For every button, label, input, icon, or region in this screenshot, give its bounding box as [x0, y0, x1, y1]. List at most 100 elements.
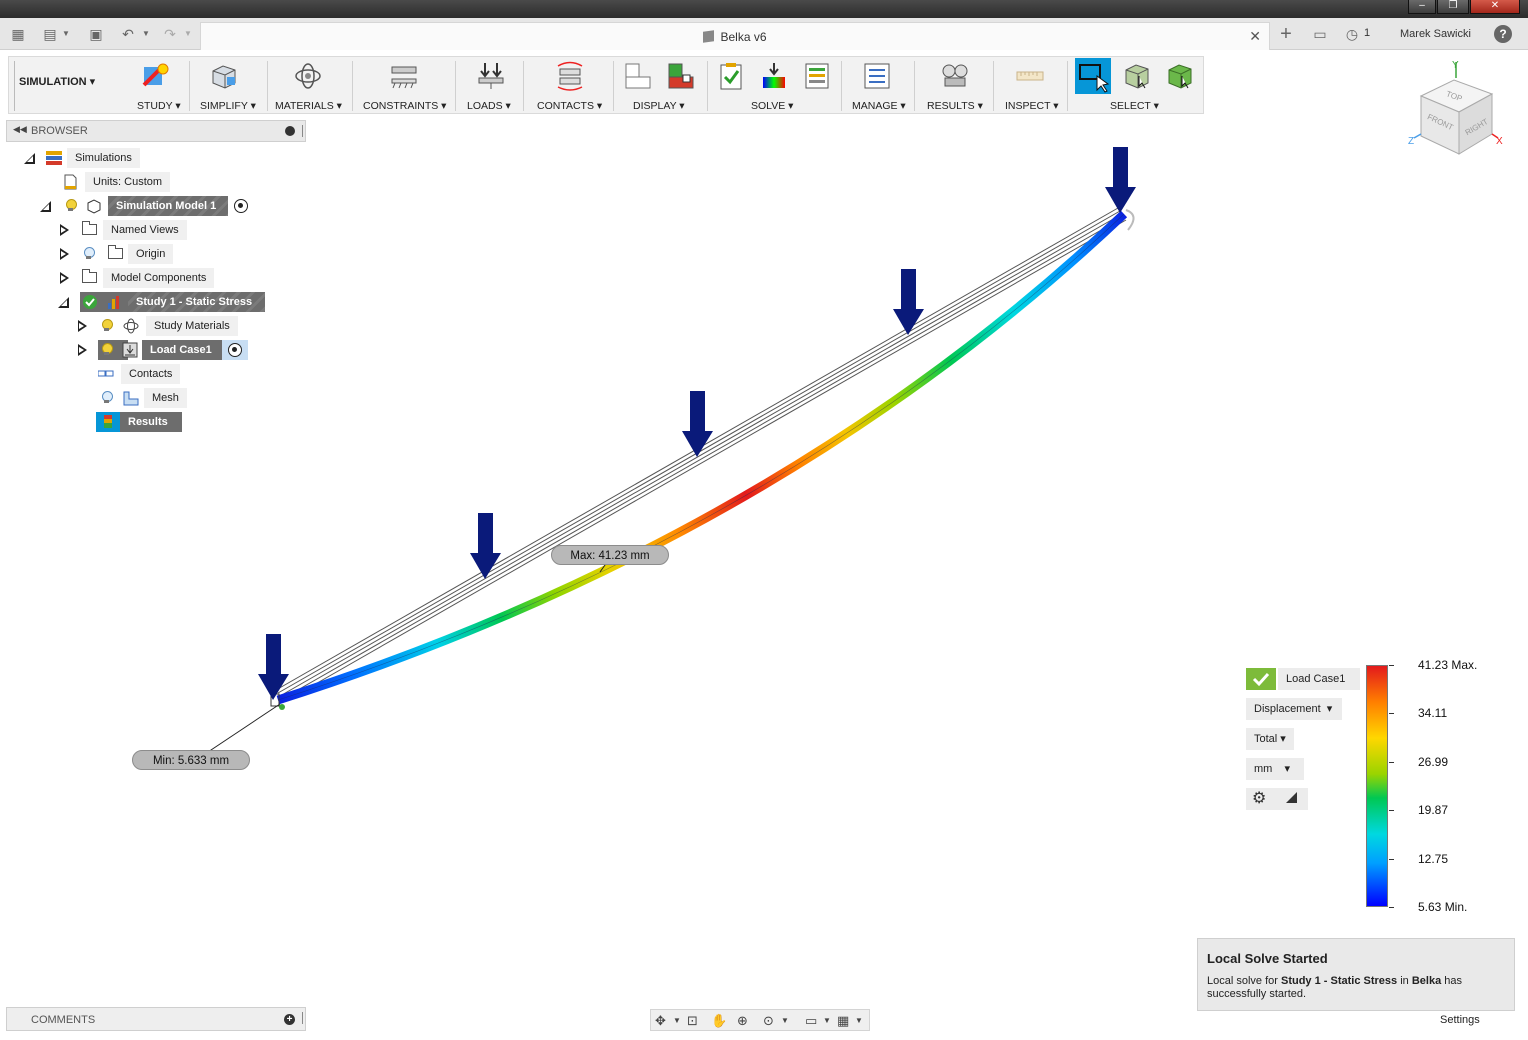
browser-options-icon[interactable]	[285, 126, 295, 136]
study-icon[interactable]	[141, 61, 171, 91]
results-group[interactable]: RESULTS ▾	[927, 100, 983, 112]
solve-group[interactable]: SOLVE ▾	[751, 100, 793, 112]
workspace-switcher[interactable]: SIMULATION ▾	[19, 75, 95, 88]
tree-load-case[interactable]: Load Case1	[76, 340, 256, 360]
collapse-icon[interactable]	[58, 297, 69, 308]
tree-simulations[interactable]: Simulations	[22, 148, 142, 168]
redo-caret-icon[interactable]: ▼	[184, 26, 192, 42]
display-settings-caret-icon[interactable]: ▼	[823, 1013, 831, 1029]
undo-icon[interactable]: ↶	[120, 26, 136, 42]
expand-icon[interactable]	[60, 248, 69, 260]
component-dropdown[interactable]: Total ▾	[1246, 728, 1294, 750]
orbit-icon[interactable]: ✥	[655, 1013, 666, 1029]
add-comment-icon[interactable]: +	[284, 1014, 295, 1025]
fit-caret-icon[interactable]: ▼	[781, 1013, 789, 1029]
tree-units[interactable]: Units: Custom	[62, 172, 182, 192]
load-arrow[interactable]	[470, 513, 501, 579]
display-icon[interactable]	[623, 61, 653, 91]
expand-icon[interactable]	[60, 224, 69, 236]
job-status-icon[interactable]: ◷	[1344, 26, 1360, 42]
tree-contacts[interactable]: Contacts	[96, 364, 196, 384]
close-tab-icon[interactable]: ✕	[1249, 28, 1261, 45]
new-tab-icon[interactable]: +	[1278, 24, 1294, 44]
materials-icon[interactable]	[293, 61, 323, 91]
look-at-icon[interactable]: ⊡	[687, 1013, 698, 1029]
display-mesh-icon[interactable]	[666, 61, 696, 91]
pre-check-icon[interactable]	[716, 61, 746, 91]
solve-details-icon[interactable]	[802, 61, 832, 91]
save-icon[interactable]: ▣	[88, 26, 104, 42]
tree-simulation-model[interactable]: Simulation Model 1	[40, 196, 260, 216]
manage-group[interactable]: MANAGE ▾	[852, 100, 906, 112]
collapse-icon[interactable]	[24, 153, 35, 164]
tree-mesh[interactable]: Mesh	[96, 388, 196, 408]
constraints-group[interactable]: CONSTRAINTS ▾	[363, 100, 446, 112]
app-grid-icon[interactable]: ▦	[10, 26, 26, 42]
tree-model-components[interactable]: Model Components	[58, 268, 218, 288]
close-window-button[interactable]: ✕	[1470, 0, 1520, 14]
materials-group[interactable]: MATERIALS ▾	[275, 100, 342, 112]
select-body-icon[interactable]	[1122, 61, 1152, 91]
load-case-dropdown[interactable]: Load Case1 ▾	[1278, 668, 1360, 707]
result-type-dropdown[interactable]: Displacement ▾	[1246, 698, 1342, 720]
legend-scale-icon[interactable]	[1286, 792, 1297, 803]
select-component-icon[interactable]	[1165, 61, 1195, 91]
legend-settings-icon[interactable]: ⚙	[1252, 788, 1266, 810]
undo-caret-icon[interactable]: ▼	[142, 26, 150, 42]
max-probe-label[interactable]: Max: 41.23 mm	[551, 545, 669, 565]
contacts-group[interactable]: CONTACTS ▾	[537, 100, 602, 112]
file-caret-icon[interactable]: ▼	[62, 26, 70, 42]
help-icon[interactable]: ?	[1494, 25, 1512, 43]
loads-group[interactable]: LOADS ▾	[467, 100, 511, 112]
load-arrow[interactable]	[893, 269, 924, 335]
contacts-icon[interactable]	[555, 61, 585, 91]
inspect-group[interactable]: INSPECT ▾	[1005, 100, 1059, 112]
min-probe-label[interactable]: Min: 5.633 mm	[132, 750, 250, 770]
notifications-icon[interactable]: ▭	[1312, 26, 1328, 42]
loads-icon[interactable]	[476, 61, 506, 91]
tree-named-views[interactable]: Named Views	[58, 220, 198, 240]
view-cube-graphic[interactable]: TOP FRONT RIGHT Z X Y	[1404, 56, 1514, 166]
document-tab[interactable]: Belka v6 ✕	[200, 22, 1270, 50]
activate-radio-icon[interactable]	[234, 199, 248, 213]
settings-link[interactable]: Settings	[1440, 1014, 1480, 1026]
orbit-caret-icon[interactable]: ▼	[673, 1013, 681, 1029]
minimize-button[interactable]: –	[1408, 0, 1436, 14]
browser-header[interactable]: ◀◀ BROWSER	[6, 120, 306, 142]
visibility-bulb-icon[interactable]	[101, 319, 113, 332]
fit-icon[interactable]: ⊙	[763, 1013, 774, 1029]
tree-results[interactable]: Results	[96, 412, 186, 432]
comments-resize-handle[interactable]	[302, 1012, 303, 1024]
load-case-status[interactable]	[1246, 668, 1276, 690]
tree-study[interactable]: Study 1 - Static Stress	[58, 292, 278, 312]
visibility-bulb-icon[interactable]	[101, 391, 113, 404]
manage-icon[interactable]	[862, 61, 892, 91]
tree-study-materials[interactable]: Study Materials	[76, 316, 256, 336]
inspect-icon[interactable]	[1015, 61, 1045, 91]
expand-icon[interactable]	[60, 272, 69, 284]
view-cube[interactable]: TOP FRONT RIGHT Z X Y	[1404, 56, 1514, 166]
solve-icon[interactable]	[759, 61, 789, 91]
load-arrow[interactable]	[1105, 147, 1136, 213]
collapse-browser-icon[interactable]: ◀◀	[13, 124, 27, 135]
browser-resize-handle[interactable]	[302, 125, 303, 137]
simplify-group[interactable]: SIMPLIFY ▾	[200, 100, 256, 112]
tree-origin[interactable]: Origin	[58, 244, 178, 264]
grid-caret-icon[interactable]: ▼	[855, 1013, 863, 1029]
simplify-icon[interactable]	[209, 61, 239, 91]
constraints-icon[interactable]	[389, 61, 419, 91]
study-group[interactable]: STUDY ▾	[137, 100, 181, 112]
visibility-bulb-icon[interactable]	[101, 343, 113, 356]
collapse-icon[interactable]	[40, 201, 51, 212]
load-arrow[interactable]	[682, 391, 713, 457]
file-icon[interactable]: ▤	[42, 26, 58, 42]
activate-radio-icon[interactable]	[228, 343, 242, 357]
redo-icon[interactable]: ↷	[162, 26, 178, 42]
restore-button[interactable]: ❐	[1437, 0, 1469, 14]
pan-icon[interactable]: ✋	[711, 1013, 727, 1029]
expand-icon[interactable]	[78, 344, 87, 356]
expand-icon[interactable]	[78, 320, 87, 332]
visibility-bulb-icon[interactable]	[83, 247, 95, 260]
select-group[interactable]: SELECT ▾	[1110, 100, 1159, 112]
zoom-icon[interactable]: ⊕	[737, 1013, 748, 1029]
